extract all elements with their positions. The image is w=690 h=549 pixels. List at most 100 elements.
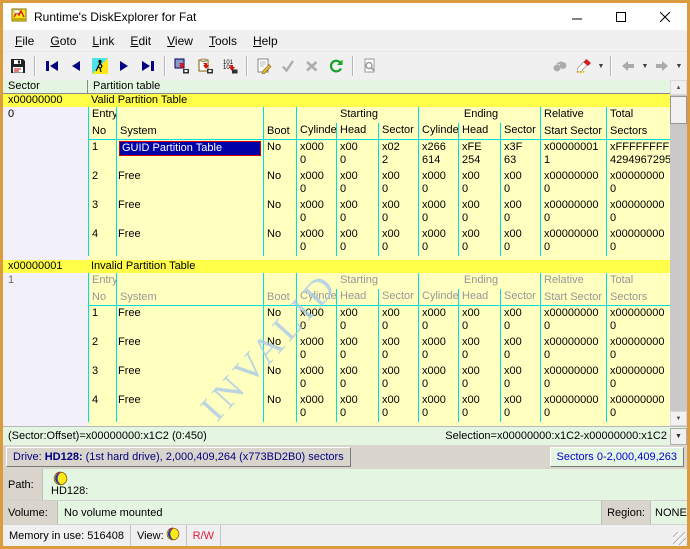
print-preview-button[interactable]: [358, 54, 382, 78]
partition-cell[interactable]: 3: [88, 364, 116, 393]
partition-row[interactable]: 2FreeNox0000x000x000x0000x000x000x000000…: [88, 335, 670, 364]
partition-cell[interactable]: x0000: [296, 393, 336, 422]
scrollbar-track[interactable]: [670, 124, 687, 411]
partition-cell[interactable]: 4: [88, 393, 116, 422]
partition-cell[interactable]: GUID Partition Table: [116, 140, 263, 169]
partition-cell[interactable]: x000: [458, 306, 500, 335]
partition-cell[interactable]: x000: [500, 335, 540, 364]
partition-cell[interactable]: x000: [458, 169, 500, 198]
partition-cell[interactable]: Free: [116, 227, 263, 256]
partition-cell[interactable]: x266614: [418, 140, 458, 169]
scrollbar-thumb[interactable]: [670, 96, 687, 124]
save-image-button[interactable]: [170, 54, 194, 78]
partition-cell[interactable]: No: [263, 169, 296, 198]
partition-cell[interactable]: x0000: [296, 140, 336, 169]
partition-cell[interactable]: x000: [500, 227, 540, 256]
partition-cell[interactable]: 4: [88, 227, 116, 256]
section-header-row[interactable]: x00000001Invalid Partition Table: [3, 260, 670, 273]
partition-cell[interactable]: x0000: [418, 393, 458, 422]
partition-cell[interactable]: x0000: [296, 169, 336, 198]
cancel-button[interactable]: [300, 54, 324, 78]
partition-cell[interactable]: Free: [116, 306, 263, 335]
partition-cell[interactable]: x000: [458, 227, 500, 256]
scroll-up-icon[interactable]: ▲: [670, 80, 687, 95]
partition-row[interactable]: 4FreeNox0000x000x000x0000x000x000x000000…: [88, 227, 670, 256]
partition-cell[interactable]: x000000000: [540, 364, 606, 393]
back-dropdown-icon[interactable]: ▼: [640, 63, 650, 70]
partition-cell[interactable]: x000: [378, 306, 418, 335]
partition-cell[interactable]: xFFFFFFFF4294967295: [606, 140, 670, 169]
partition-cell[interactable]: Free: [116, 364, 263, 393]
partition-cell[interactable]: x000000000: [540, 335, 606, 364]
partition-cell[interactable]: x000000000: [540, 306, 606, 335]
partition-cell[interactable]: x000: [336, 140, 378, 169]
back-button[interactable]: [616, 54, 640, 78]
partition-cell[interactable]: x000000000: [540, 393, 606, 422]
partition-cell[interactable]: x000: [378, 198, 418, 227]
menu-view[interactable]: View: [159, 32, 201, 50]
partition-cell[interactable]: 3: [88, 198, 116, 227]
partition-cell[interactable]: x0000: [418, 306, 458, 335]
partition-cell[interactable]: x000000000: [606, 306, 670, 335]
go-last-button[interactable]: [136, 54, 160, 78]
section-header-row[interactable]: x00000000Valid Partition Table: [3, 94, 670, 107]
save-button[interactable]: [6, 54, 30, 78]
partition-cell[interactable]: x000: [500, 393, 540, 422]
menu-edit[interactable]: Edit: [122, 32, 159, 50]
partition-cell[interactable]: x0000: [418, 169, 458, 198]
menu-tools[interactable]: Tools: [201, 32, 245, 50]
menu-file[interactable]: File: [7, 32, 42, 50]
partition-cell[interactable]: x000000000: [606, 169, 670, 198]
partition-cell[interactable]: Free: [116, 393, 263, 422]
partition-cell[interactable]: x000000000: [606, 393, 670, 422]
partition-cell[interactable]: x000: [458, 364, 500, 393]
search-icon[interactable]: [548, 54, 572, 78]
partition-cell[interactable]: Free: [116, 335, 263, 364]
copy-binary-button[interactable]: 10110: [218, 54, 242, 78]
partition-cell[interactable]: x000: [336, 306, 378, 335]
partition-cell[interactable]: x000: [336, 335, 378, 364]
partition-cell[interactable]: x000: [458, 335, 500, 364]
menu-link[interactable]: Link: [84, 32, 122, 50]
go-button[interactable]: [88, 54, 112, 78]
go-first-button[interactable]: [40, 54, 64, 78]
flashlight-dropdown-icon[interactable]: ▼: [596, 63, 606, 70]
partition-cell[interactable]: x000000000: [606, 335, 670, 364]
partition-cell[interactable]: x000: [378, 364, 418, 393]
partition-cell[interactable]: x000000000: [606, 198, 670, 227]
partition-cell[interactable]: 2: [88, 335, 116, 364]
menu-goto[interactable]: Goto: [42, 32, 84, 50]
partition-row[interactable]: 1GUID Partition TableNox0000x000x022x266…: [88, 140, 670, 169]
partition-cell[interactable]: No: [263, 364, 296, 393]
partition-cell[interactable]: x000000000: [540, 169, 606, 198]
partition-cell[interactable]: No: [263, 227, 296, 256]
partition-cell[interactable]: x000000000: [606, 364, 670, 393]
partition-row[interactable]: 3FreeNox0000x000x000x0000x000x000x000000…: [88, 364, 670, 393]
partition-cell[interactable]: x000: [336, 227, 378, 256]
partition-cell[interactable]: x000: [378, 169, 418, 198]
partition-cell[interactable]: x000: [378, 335, 418, 364]
vertical-scrollbar[interactable]: ▲ ▼: [670, 80, 687, 426]
partition-cell[interactable]: x022: [378, 140, 418, 169]
edit-button[interactable]: [252, 54, 276, 78]
close-button[interactable]: [643, 3, 687, 30]
maximize-button[interactable]: [599, 3, 643, 30]
partition-cell[interactable]: x000: [500, 198, 540, 227]
partition-row[interactable]: 4FreeNox0000x000x000x0000x000x000x000000…: [88, 393, 670, 422]
partition-cell[interactable]: Free: [116, 169, 263, 198]
partition-cell[interactable]: x000: [378, 227, 418, 256]
partition-cell[interactable]: x000: [500, 169, 540, 198]
partition-cell[interactable]: x000: [336, 393, 378, 422]
partition-row[interactable]: 2FreeNox0000x000x000x0000x000x000x000000…: [88, 169, 670, 198]
confirm-button[interactable]: [276, 54, 300, 78]
menu-help[interactable]: Help: [245, 32, 286, 50]
partition-cell[interactable]: No: [263, 306, 296, 335]
scroll-down-icon[interactable]: ▼: [670, 411, 687, 426]
forward-button[interactable]: [650, 54, 674, 78]
partition-cell[interactable]: x000: [458, 393, 500, 422]
partition-cell[interactable]: x000000000: [606, 227, 670, 256]
resize-grip[interactable]: [673, 532, 686, 545]
partition-cell[interactable]: x0000: [296, 364, 336, 393]
partition-cell[interactable]: x0000: [418, 227, 458, 256]
partition-cell[interactable]: x000000000: [540, 227, 606, 256]
